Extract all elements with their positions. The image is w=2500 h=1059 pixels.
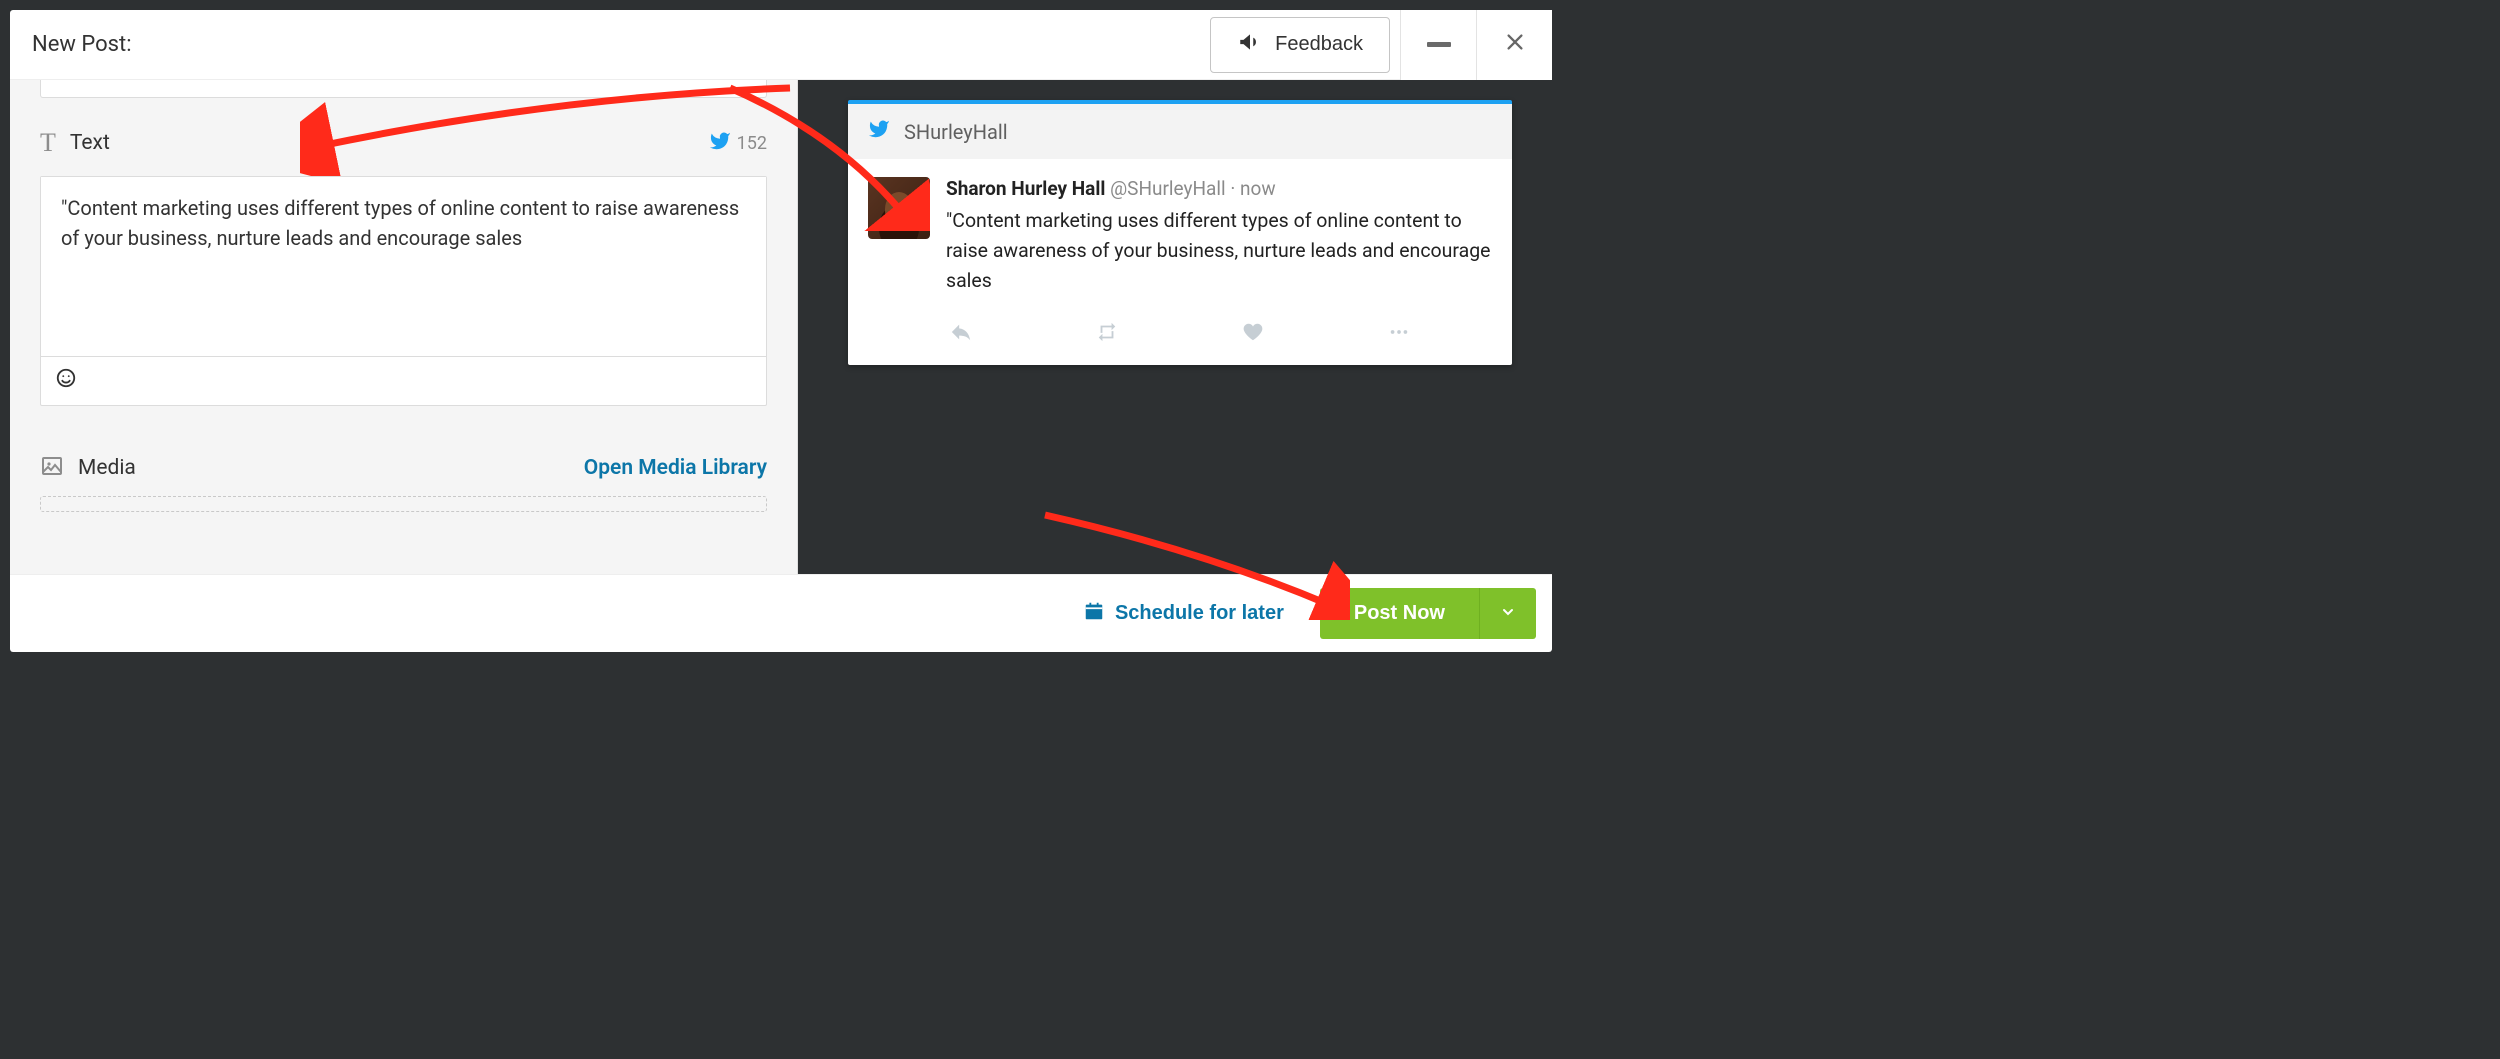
preview-account-handle: SHurleyHall [904,120,1008,144]
twitter-icon [868,118,890,145]
composer-panel: T Text 152 [10,80,798,574]
char-count-value: 152 [737,133,767,154]
new-post-modal: New Post: Feedback T Text [10,10,1552,652]
chevron-down-icon [1500,608,1516,623]
post-options-dropdown[interactable] [1479,588,1536,639]
more-icon[interactable] [1388,321,1410,347]
avatar [868,177,930,239]
like-icon[interactable] [1242,321,1264,347]
close-icon [1504,29,1526,60]
tweet-handle: @SHurleyHall [1110,177,1226,200]
text-section-label: Text [70,131,110,155]
media-section-label: Media [78,456,136,480]
feedback-label: Feedback [1275,33,1363,56]
media-dropzone[interactable] [40,496,767,512]
preview-panel: SHurleyHall Sharon Hurley Hall @SHurleyH… [798,80,1552,574]
feedback-button[interactable]: Feedback [1210,17,1390,73]
post-button-group: Post Now [1320,588,1536,639]
tweet-body: Sharon Hurley Hall @SHurleyHall · now "C… [848,159,1512,305]
media-section-header: Media Open Media Library [40,454,767,482]
tweet-timestamp: now [1240,177,1276,200]
character-counter: 152 [709,130,767,157]
emoji-icon [55,369,77,394]
retweet-icon[interactable] [1096,321,1118,347]
text-icon: T [40,128,56,158]
tweet-author-row: Sharon Hurley Hall @SHurleyHall · now [946,177,1492,200]
twitter-icon [709,130,731,157]
reply-icon[interactable] [950,321,972,347]
tweet-text: "Content marketing uses different types … [946,206,1492,297]
modal-title: New Post: [32,32,132,57]
schedule-for-later-button[interactable]: Schedule for later [1077,599,1290,629]
minimize-icon [1427,42,1451,47]
emoji-button[interactable] [53,365,79,397]
tweet-preview-card: SHurleyHall Sharon Hurley Hall @SHurleyH… [848,100,1512,365]
tweet-display-name: Sharon Hurley Hall [946,177,1105,200]
previous-section-stub [40,80,767,98]
text-card [40,176,767,406]
calendar-icon [1083,600,1105,628]
schedule-label: Schedule for later [1115,602,1284,625]
open-media-library-link[interactable]: Open Media Library [584,456,767,480]
tweet-actions [848,305,1512,365]
text-section-header: T Text 152 [40,128,767,158]
modal-body: T Text 152 [10,80,1552,574]
minimize-button[interactable] [1400,10,1476,80]
media-icon [40,454,64,482]
modal-header: New Post: Feedback [10,10,1552,80]
megaphone-icon [1237,29,1263,61]
preview-account-bar: SHurleyHall [848,104,1512,159]
close-button[interactable] [1476,10,1552,80]
post-text-input[interactable] [41,177,766,352]
post-now-button[interactable]: Post Now [1320,588,1479,639]
modal-footer: Schedule for later Post Now [10,574,1552,652]
text-toolbar [41,356,766,405]
